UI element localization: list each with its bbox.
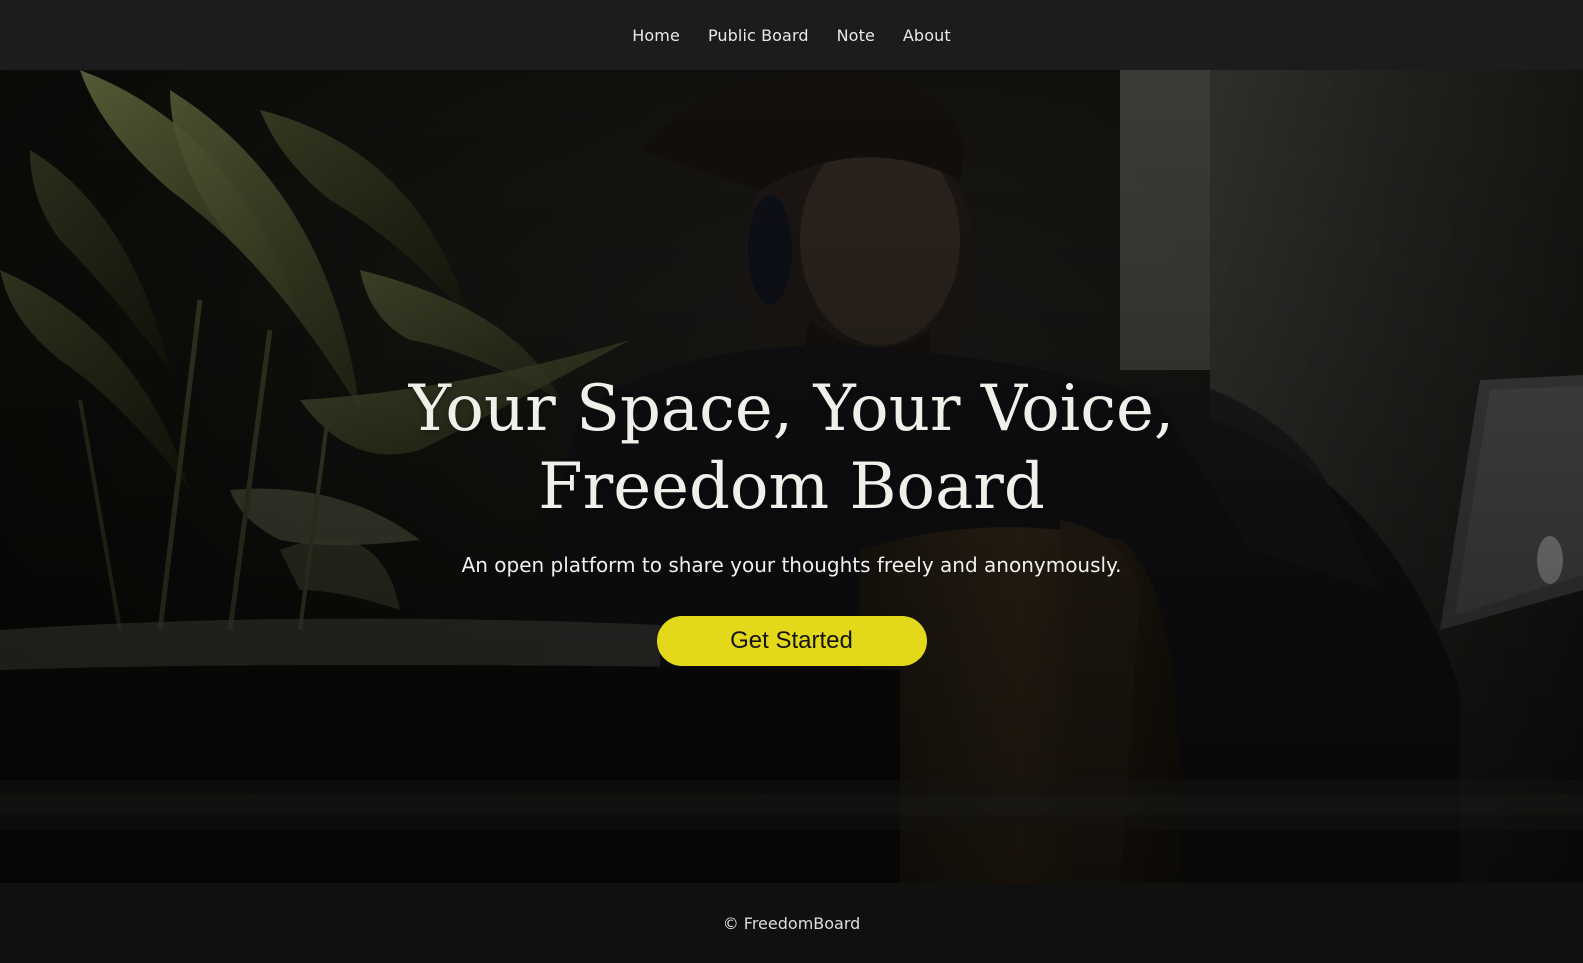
nav-link-public-board[interactable]: Public Board [708, 26, 809, 45]
nav-link-about[interactable]: About [903, 26, 951, 45]
top-navbar: Home Public Board Note About [0, 0, 1583, 70]
page-footer: © FreedomBoard [0, 883, 1583, 963]
hero-section: Your Space, Your Voice, Freedom Board An… [0, 70, 1583, 883]
hero-title-line1: Your Space, Your Voice, [408, 372, 1175, 446]
hero-title-line2: Freedom Board [538, 450, 1045, 524]
get-started-button[interactable]: Get Started [656, 616, 927, 666]
nav-link-note[interactable]: Note [837, 26, 875, 45]
hero-title: Your Space, Your Voice, Freedom Board [342, 370, 1242, 526]
nav-link-home[interactable]: Home [632, 26, 680, 45]
hero-subtitle: An open platform to share your thoughts … [461, 553, 1122, 577]
footer-copyright: © FreedomBoard [722, 913, 861, 933]
hero-content: Your Space, Your Voice, Freedom Board An… [0, 370, 1583, 666]
